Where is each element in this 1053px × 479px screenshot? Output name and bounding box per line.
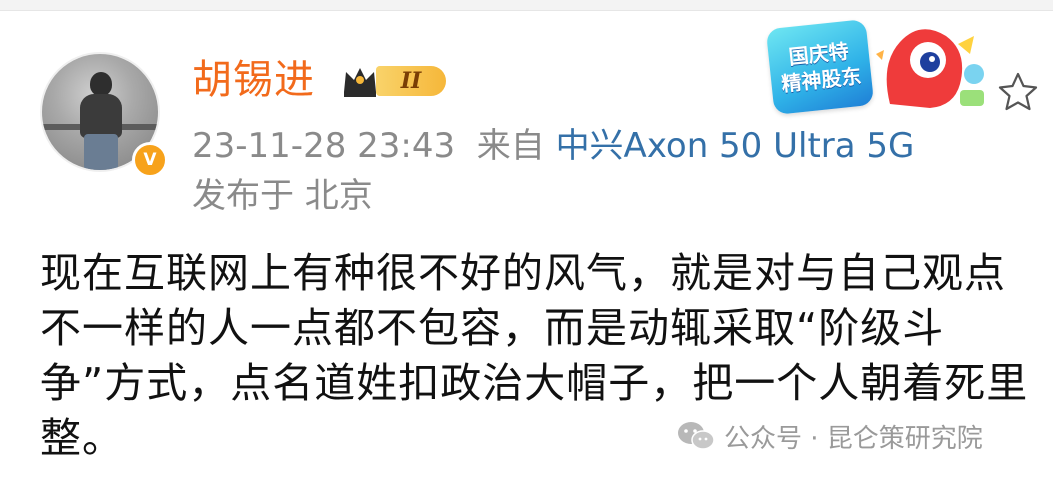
source-prefix: 来自: [476, 126, 545, 166]
watermark-text: 公众号 · 昆仑策研究院: [724, 423, 983, 454]
star-outline-icon[interactable]: [996, 70, 1040, 114]
vip-badge[interactable]: II: [340, 62, 452, 100]
promo-card: 国庆特 精神股东: [765, 19, 875, 115]
top-divider: [0, 0, 1053, 11]
wechat-icon: [678, 422, 715, 450]
promo-badge[interactable]: 国庆特 精神股东: [765, 14, 1000, 115]
avatar[interactable]: V: [40, 52, 168, 178]
post-timestamp: 23-11-28 23:43: [192, 126, 456, 166]
vip-level: II: [376, 66, 446, 96]
crown-icon: [344, 68, 376, 97]
post-meta: 23-11-28 23:43 来自 中兴Axon 50 Ultra 5G: [192, 124, 914, 168]
post-location: 发布于 北京: [192, 176, 373, 216]
verified-v-icon: V: [132, 142, 168, 178]
user-name[interactable]: 胡锡进: [192, 56, 315, 104]
device-link[interactable]: 中兴Axon 50 Ultra 5G: [556, 126, 915, 166]
mascot-icon: [876, 29, 984, 109]
watermark: 公众号 · 昆仑策研究院: [676, 416, 983, 456]
